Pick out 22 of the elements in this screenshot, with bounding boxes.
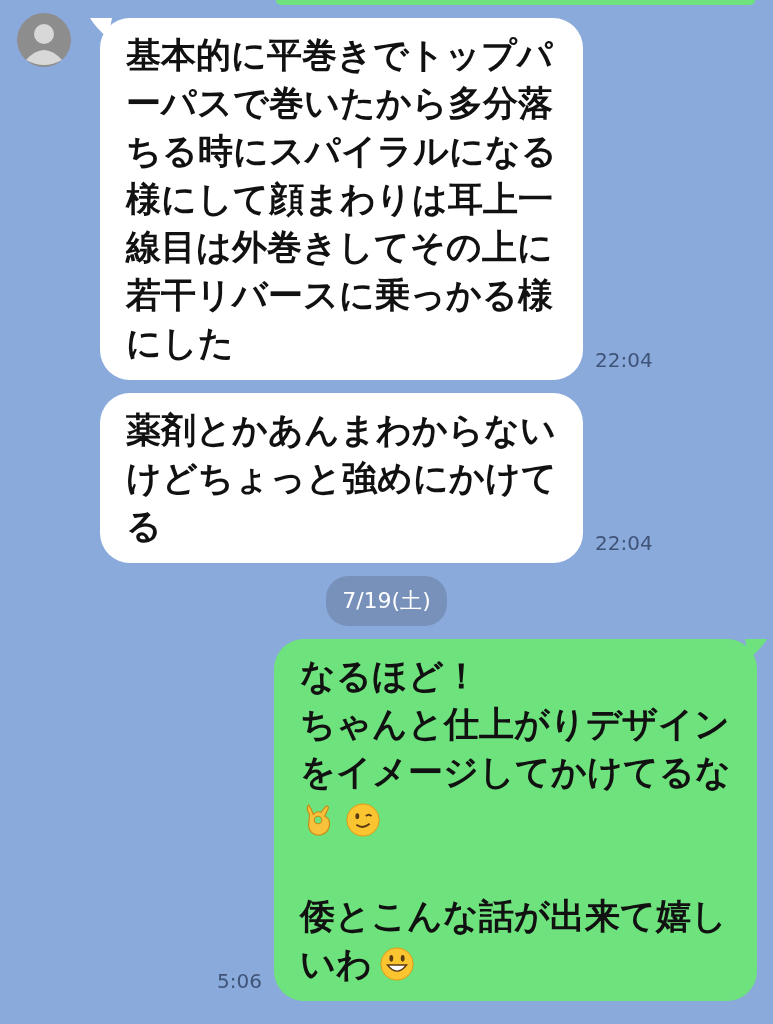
- message-text: 倭とこんな話が出来て嬉し: [300, 895, 727, 938]
- message-text: をイメージしてかけてるな: [300, 751, 731, 794]
- message-time: 22:04: [595, 348, 653, 372]
- message-text: なるほど！: [300, 655, 479, 698]
- message-text: 様にして顔まわりは耳上一: [126, 178, 553, 221]
- message-text: けどちょっと強めにかけて: [126, 457, 557, 500]
- message-text: る: [126, 505, 162, 548]
- message-text: 線目は外巻きしてその上に: [126, 226, 553, 269]
- message-text: ちる時にスパイラルになる: [126, 130, 557, 173]
- grinning-face-icon: [378, 945, 416, 983]
- date-label: 7/19(土): [326, 576, 447, 626]
- message-text: ーパスで巻いたから多分落: [126, 82, 553, 125]
- message-text: 薬剤とかあんまわからない: [126, 409, 556, 452]
- winking-face-icon: [344, 801, 382, 839]
- avatar[interactable]: [16, 12, 72, 68]
- message-text: にした: [126, 322, 234, 365]
- message-time: 5:06: [217, 969, 262, 993]
- message-text: ちゃんと仕上がりデザイン: [300, 703, 730, 746]
- message-text: いわ: [300, 943, 372, 986]
- message-text: 基本的に平巻きでトップパ: [126, 34, 553, 77]
- message-time: 22:04: [595, 531, 653, 555]
- message-text: 若干リバースに乗っかる様: [126, 274, 553, 317]
